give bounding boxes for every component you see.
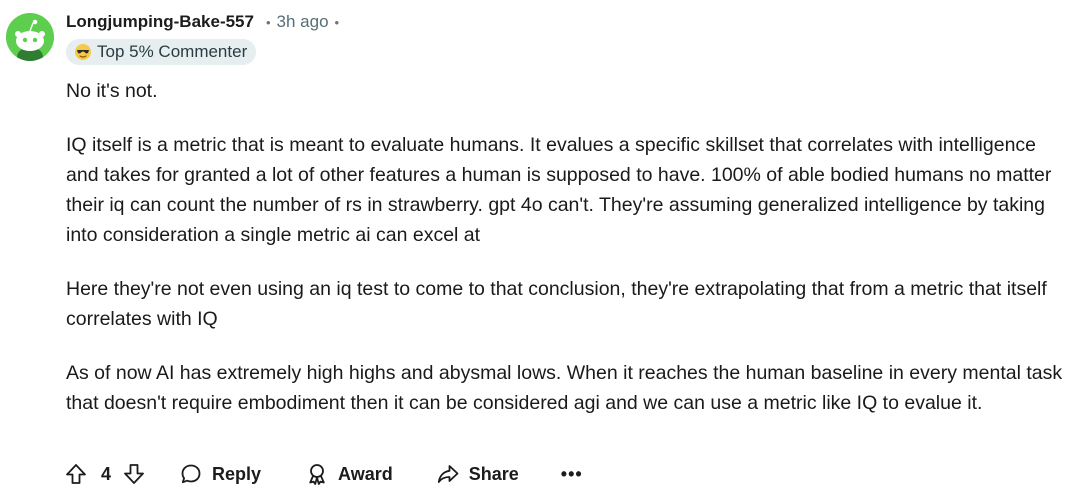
user-avatar[interactable] [6, 13, 54, 61]
comment-paragraph: Here they're not even using an iq test t… [66, 278, 1047, 330]
vote-count: 4 [101, 463, 112, 484]
more-options-button[interactable]: ••• [561, 464, 583, 485]
comment-actions: 4 Reply Award Share ••• [64, 458, 583, 490]
comment-paragraph: No it's not. [66, 80, 158, 102]
award-label: Award [338, 463, 393, 484]
downvote-button[interactable] [122, 462, 146, 486]
timestamp[interactable]: 3h ago [277, 12, 329, 32]
reply-button[interactable]: Reply [179, 462, 261, 486]
share-arrow-icon [437, 465, 459, 483]
user-flair: Top 5% Commenter [66, 39, 257, 65]
share-button[interactable]: Share [436, 462, 519, 486]
upvote-arrow-icon [66, 464, 86, 484]
share-label: Share [468, 463, 519, 484]
comment-body: No it's not. IQ itself is a metric that … [66, 76, 1066, 442]
comment-header: Longjumping-Bake-557 • 3h ago • [66, 10, 339, 34]
speech-bubble-icon [181, 464, 201, 484]
sunglasses-emoji-icon [75, 44, 91, 60]
award-button[interactable]: Award [305, 462, 393, 486]
downvote-arrow-icon [124, 464, 144, 484]
award-ribbon-icon [309, 464, 325, 485]
comment-paragraph: IQ itself is a metric that is meant to e… [66, 134, 1052, 246]
reply-label: Reply [212, 463, 262, 484]
meta-separator: • [265, 14, 271, 30]
meta-separator: • [334, 14, 340, 30]
upvote-button[interactable] [64, 462, 88, 486]
username[interactable]: Longjumping-Bake-557 [66, 12, 254, 32]
reddit-snoo-avatar-icon [6, 13, 54, 61]
flair-label: Top 5% Commenter [97, 42, 248, 61]
more-options-icon: ••• [560, 463, 583, 484]
comment-paragraph: As of now AI has extremely high highs an… [66, 362, 1063, 414]
vote-group: 4 [64, 462, 146, 486]
